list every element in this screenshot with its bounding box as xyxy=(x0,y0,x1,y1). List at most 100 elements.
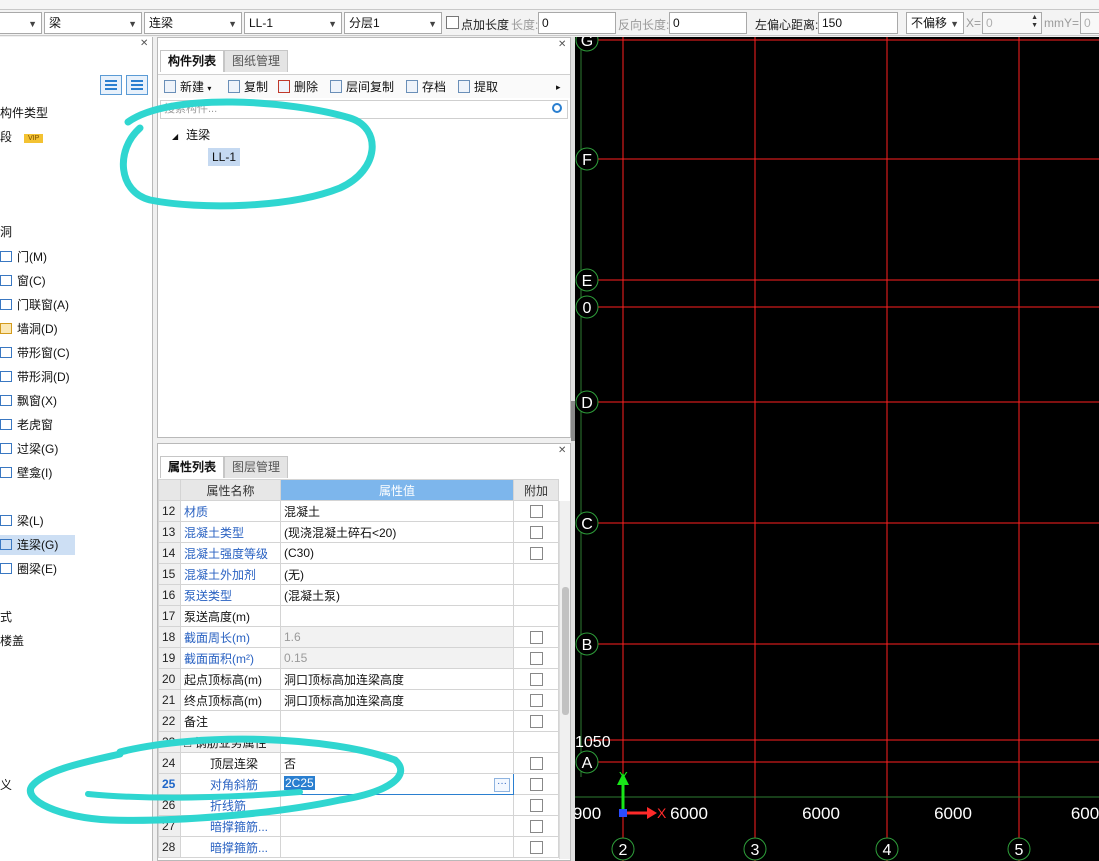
nav-item-door[interactable]: 门(M) xyxy=(0,247,47,267)
tab-layer-management[interactable]: 图层管理 xyxy=(224,456,289,478)
copy-button[interactable]: 复制 xyxy=(228,79,268,95)
property-value[interactable] xyxy=(280,794,514,816)
attach-checkbox[interactable] xyxy=(529,673,543,687)
scrollbar-thumb[interactable] xyxy=(562,587,569,715)
nav-item-strip-window[interactable]: 带形窗(C) xyxy=(0,343,70,363)
component-tree-root[interactable]: ◢ 连梁 xyxy=(172,126,210,143)
property-value[interactable] xyxy=(280,815,514,837)
attach-checkbox[interactable] xyxy=(529,715,543,729)
property-row[interactable]: 19 截面面积(m²) 0.15 xyxy=(158,647,559,669)
close-icon[interactable]: ✕ xyxy=(558,445,566,456)
tab-property-list[interactable]: 属性列表 xyxy=(160,456,225,478)
property-value[interactable] xyxy=(280,836,514,858)
component-search-input[interactable]: 搜索构件... xyxy=(160,100,568,119)
property-row[interactable]: 12 材质 混凝土 xyxy=(158,500,559,522)
more-actions-icon[interactable]: ▸ xyxy=(556,79,561,95)
y-input[interactable]: 0 xyxy=(1080,12,1099,34)
property-value[interactable]: (现浇混凝土碎石<20) xyxy=(280,521,514,543)
attach-checkbox[interactable] xyxy=(529,820,543,834)
cad-grid[interactable]: G F E 0 D C B A 2 3 4 5 1050 900 6000 6000 6000 600 Y X xyxy=(575,37,1099,861)
x-input[interactable]: 0 ▲ ▼ xyxy=(982,12,1042,34)
property-value-text[interactable]: (现浇混凝土碎石<20) xyxy=(284,526,396,540)
nav-item-dormer-window[interactable]: 老虎窗 xyxy=(0,415,53,435)
nav-item-coupling-beam[interactable]: 连梁(G) xyxy=(0,535,75,555)
property-value[interactable]: 1.6 xyxy=(280,626,514,648)
property-value-text[interactable]: 混凝土 xyxy=(284,505,320,519)
length-input[interactable]: 0 xyxy=(538,12,616,34)
property-row[interactable]: 17 泵送高度(m) xyxy=(158,605,559,627)
property-row[interactable]: 23 □ 钢筋业务属性 xyxy=(158,731,559,753)
nav-item-wall-hole[interactable]: 墙洞(D) xyxy=(0,319,58,339)
close-icon[interactable]: ✕ xyxy=(140,38,148,49)
property-value[interactable] xyxy=(280,710,514,732)
nav-item-segment[interactable]: 段 VIP xyxy=(0,127,44,147)
property-scrollbar[interactable] xyxy=(559,501,570,859)
property-row[interactable]: 18 截面周长(m) 1.6 xyxy=(158,626,559,648)
nav-item-bay-window[interactable]: 飘窗(X) xyxy=(0,391,57,411)
property-value-text[interactable]: 否 xyxy=(284,757,296,771)
attach-checkbox[interactable] xyxy=(529,778,543,792)
property-value[interactable] xyxy=(280,605,514,627)
property-value-text[interactable]: 0.15 xyxy=(284,651,307,665)
attach-checkbox[interactable] xyxy=(529,526,543,540)
property-value-text[interactable]: 2C25 xyxy=(284,776,315,790)
point-length-checkbox[interactable] xyxy=(446,16,459,29)
property-value-text[interactable]: (C30) xyxy=(284,546,314,560)
property-row[interactable]: 27 暗撑箍筋... xyxy=(158,815,559,837)
property-value-text[interactable]: 1.6 xyxy=(284,630,301,644)
nav-item-component-type[interactable]: 构件类型 xyxy=(0,103,48,123)
property-row[interactable]: 25 对角斜筋 ··· 2C25 xyxy=(158,773,559,795)
property-value[interactable]: 0.15 xyxy=(280,647,514,669)
floor-combo-partial[interactable]: ▼ xyxy=(0,12,42,34)
detail-view-button[interactable] xyxy=(126,75,148,95)
property-row[interactable]: 24 顶层连梁 否 xyxy=(158,752,559,774)
component-combo[interactable]: LL-1 ▼ xyxy=(244,12,342,34)
property-value-text[interactable]: (混凝土泵) xyxy=(284,589,340,603)
property-value[interactable]: 混凝土 xyxy=(280,500,514,522)
property-value[interactable]: (C30) xyxy=(280,542,514,564)
offset-mode-combo[interactable]: 不偏移 ▼ xyxy=(906,12,964,34)
property-value-text[interactable]: 洞口顶标高加连梁高度 xyxy=(284,673,404,687)
attach-checkbox[interactable] xyxy=(529,799,543,813)
floor-copy-button[interactable]: 层间复制 xyxy=(330,79,394,95)
nav-item-niche[interactable]: 壁龛(I) xyxy=(0,463,52,483)
property-row[interactable]: 13 混凝土类型 (现浇混凝土碎石<20) xyxy=(158,521,559,543)
attach-checkbox[interactable] xyxy=(529,505,543,519)
property-row[interactable]: 22 备注 xyxy=(158,710,559,732)
property-row[interactable]: 16 泵送类型 (混凝土泵) xyxy=(158,584,559,606)
property-value-text[interactable]: (无) xyxy=(284,568,304,582)
property-value[interactable]: (混凝土泵) xyxy=(280,584,514,606)
property-value[interactable]: (无) xyxy=(280,563,514,585)
nav-item-strip-hole[interactable]: 带形洞(D) xyxy=(0,367,70,387)
left-offset-input[interactable]: 150 xyxy=(818,12,898,34)
nav-item-beam[interactable]: 梁(L) xyxy=(0,511,44,531)
attach-checkbox[interactable] xyxy=(529,757,543,771)
attach-checkbox[interactable] xyxy=(529,631,543,645)
nav-item-floor-cover[interactable]: 楼盖 xyxy=(0,631,24,651)
drawing-canvas[interactable]: G F E 0 D C B A 2 3 4 5 1050 900 6000 6000 6000 600 Y X xyxy=(575,37,1099,861)
component-tree-item-ll1[interactable]: LL-1 xyxy=(208,148,241,166)
tab-drawing-management[interactable]: 图纸管理 xyxy=(224,50,289,72)
ellipsis-button[interactable]: ··· xyxy=(494,778,510,792)
property-row[interactable]: 28 暗撑箍筋... xyxy=(158,836,559,858)
attach-checkbox[interactable] xyxy=(529,694,543,708)
nav-section-openings[interactable]: 洞 xyxy=(0,222,12,242)
tab-component-list[interactable]: 构件列表 xyxy=(160,50,225,72)
collapse-icon[interactable]: ◢ xyxy=(172,132,178,141)
spinner-icon[interactable]: ▲ ▼ xyxy=(1031,14,1038,30)
component-type-combo[interactable]: 连梁 ▼ xyxy=(144,12,242,34)
nav-item-door-window[interactable]: 门联窗(A) xyxy=(0,295,69,315)
nav-item-ring-beam[interactable]: 圈梁(E) xyxy=(0,559,57,579)
element-type-combo[interactable]: 梁 ▼ xyxy=(44,12,142,34)
new-button[interactable]: 新建 ▾ xyxy=(164,79,211,95)
nav-item-lintel[interactable]: 过梁(G) xyxy=(0,439,58,459)
extract-button[interactable]: 提取 xyxy=(458,79,498,95)
property-row[interactable]: 14 混凝土强度等级 (C30) xyxy=(158,542,559,564)
property-value[interactable]: 洞口顶标高加连梁高度 xyxy=(280,668,514,690)
close-icon[interactable]: ✕ xyxy=(558,39,566,50)
property-value-text[interactable]: 洞口顶标高加连梁高度 xyxy=(284,694,404,708)
search-icon[interactable] xyxy=(552,103,562,113)
delete-button[interactable]: 删除 xyxy=(278,79,318,95)
layer-combo[interactable]: 分层1 ▼ xyxy=(344,12,442,34)
property-value[interactable]: ··· 2C25 xyxy=(280,773,514,795)
